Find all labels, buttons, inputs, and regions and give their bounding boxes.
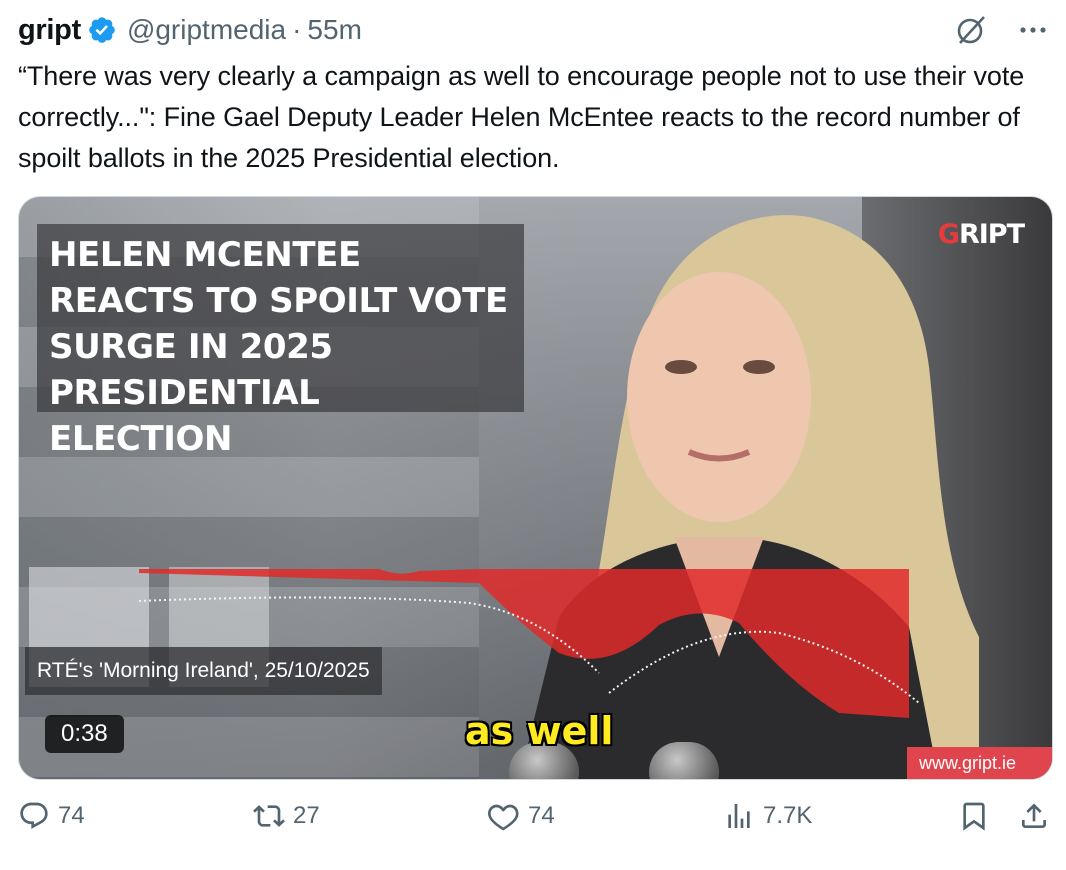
gript-logo: GRIPT	[937, 219, 1025, 250]
author-name[interactable]: gript	[18, 14, 81, 47]
reply-button[interactable]: 74	[18, 800, 85, 832]
video-headline: HELEN MCENTEE REACTS TO SPOILT VOTE SURG…	[49, 235, 508, 459]
like-icon	[488, 804, 519, 831]
video-duration: 0:38	[45, 715, 124, 753]
like-button[interactable]: 74	[488, 800, 555, 832]
headline-overlay: HELEN MCENTEE REACTS TO SPOILT VOTE SURG…	[37, 224, 524, 459]
post-time[interactable]: 55m	[307, 14, 361, 46]
action-bar: 74 27 74 7.7K	[18, 800, 1053, 850]
retweet-icon	[253, 805, 285, 827]
reply-icon	[20, 802, 48, 829]
gript-logo-text: RIPT	[958, 219, 1025, 250]
bookmark-icon	[963, 802, 985, 831]
site-url-label: www.gript.ie	[907, 747, 1052, 779]
video-player[interactable]: HELEN MCENTEE REACTS TO SPOILT VOTE SURG…	[18, 196, 1053, 780]
audio-waveform	[139, 569, 919, 718]
retweet-count: 27	[293, 802, 320, 829]
header-actions	[954, 13, 1050, 47]
source-label: RTÉ's 'Morning Ireland', 25/10/2025	[25, 647, 382, 695]
gript-logo-letter: G	[937, 219, 960, 250]
like-count: 74	[528, 802, 555, 829]
tweet-text: “There was very clearly a campaign as we…	[18, 61, 1025, 173]
video-caption: as well	[465, 709, 614, 753]
bookmark-button[interactable]	[958, 800, 990, 832]
grok-icon[interactable]	[954, 13, 988, 47]
separator-dot: ·	[292, 14, 302, 45]
views-icon	[728, 804, 750, 828]
views-count: 7.7K	[763, 802, 813, 829]
share-icon	[1022, 803, 1046, 828]
views-button[interactable]: 7.7K	[723, 800, 812, 832]
share-button[interactable]	[1018, 800, 1050, 832]
tweet-header: gript @griptmedia · 55m	[18, 10, 1050, 50]
more-options-icon[interactable]	[1016, 13, 1050, 47]
retweet-button[interactable]: 27	[253, 800, 320, 832]
reply-count: 74	[58, 802, 85, 829]
author-handle[interactable]: @griptmedia	[127, 14, 286, 46]
verified-badge-icon	[89, 17, 115, 43]
